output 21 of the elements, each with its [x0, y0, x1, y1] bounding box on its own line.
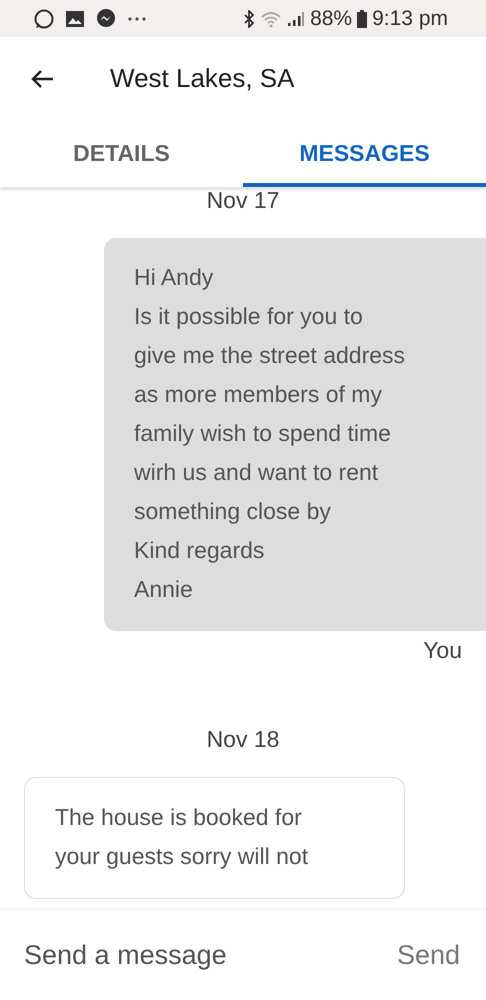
date-label: Nov 17: [206, 187, 280, 214]
chat-app-icon: [33, 8, 55, 30]
more-icon: [127, 16, 147, 22]
clock: 9:13 pm: [372, 6, 448, 30]
message-input[interactable]: Send a message: [24, 940, 284, 970]
sender-label: You: [423, 637, 462, 664]
back-arrow-icon[interactable]: [30, 68, 54, 88]
tab[interactable]: MESSAGES: [243, 120, 486, 187]
page-title: West Lakes, SA: [110, 63, 294, 94]
sent-message: Hi Andy Is it possible for you to give me the street address as more members of my family wish to spend time wirh us and want to rent something close by Kind regards Annie: [104, 238, 486, 631]
tab[interactable]: DETAILS: [0, 120, 243, 187]
messenger-icon: [95, 8, 117, 30]
wifi-icon: [260, 10, 282, 28]
received-message: The house is booked for your guests sorry will not: [24, 777, 405, 899]
bluetooth-icon: [243, 10, 256, 28]
gallery-icon: [65, 10, 85, 28]
battery-percent: 88%: [310, 6, 352, 30]
send-button[interactable]: Send: [396, 940, 460, 970]
battery-icon: [357, 10, 368, 28]
date-label: Nov 18: [206, 726, 280, 753]
signal-icon: [287, 10, 306, 26]
